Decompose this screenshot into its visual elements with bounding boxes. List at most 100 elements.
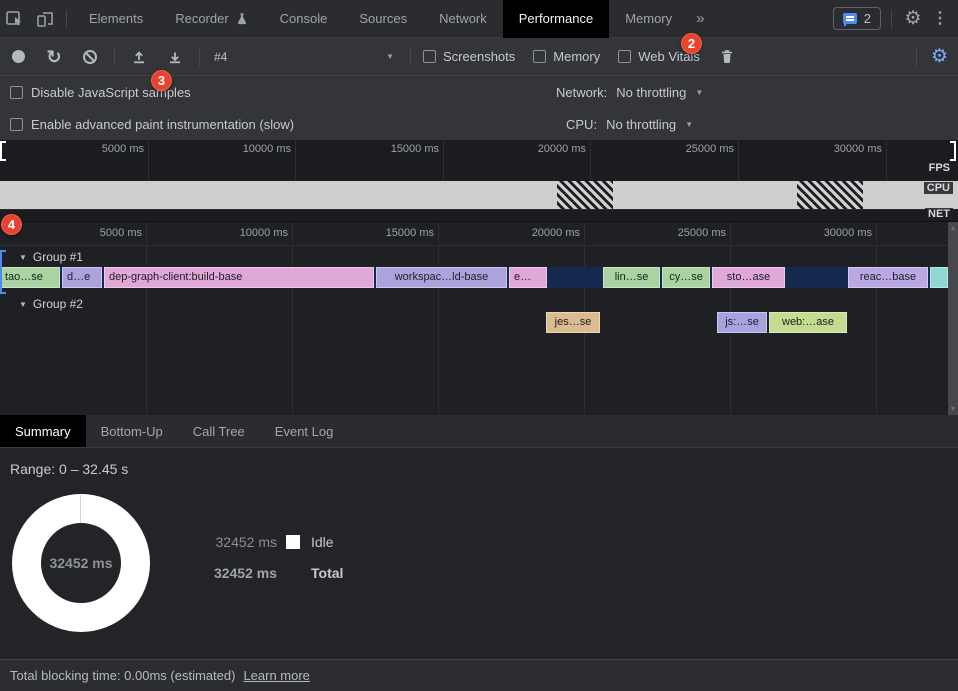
ruler-tick-label: 5000 ms [68,143,144,155]
issues-button[interactable]: 2 [833,7,881,30]
summary-panel: Range: 0 – 32.45 s 32452 ms 32452 ms Idl… [0,448,958,659]
ruler-divider [0,245,948,246]
tab-label: Console [280,11,328,26]
trash-icon [720,49,734,64]
flame-bar[interactable]: web:…ase [769,312,847,333]
paint-instrumentation-checkbox[interactable] [10,118,23,131]
reload-and-record-button[interactable]: ↻ [36,43,72,71]
delete-recording-button[interactable] [720,49,734,64]
tab-label: Recorder [175,11,228,26]
tab-performance[interactable]: Performance [503,0,609,38]
divider [199,48,200,66]
flame-bar[interactable]: dep-graph-client:build-base [104,267,374,288]
idle-swatch [286,535,300,549]
ruler-tick-label: 25000 ms [650,227,726,239]
web-vitals-checkbox[interactable] [618,50,631,63]
inspect-element-button[interactable] [0,5,30,33]
tab-memory[interactable]: Memory [609,0,688,38]
timeline-overview[interactable]: 5000 ms 10000 ms 15000 ms 20000 ms 25000… [0,140,958,221]
reload-icon: ↻ [46,48,61,66]
record-button[interactable] [0,43,36,71]
devtools-settings-button[interactable]: ⚙ [898,5,928,33]
tab-sources[interactable]: Sources [343,0,423,38]
flame-bar[interactable]: cy…se [662,267,710,288]
tab-label: Summary [15,424,71,439]
flame-bar[interactable]: reac…base [848,267,928,288]
more-tabs-button[interactable]: » [688,0,712,38]
experiment-flask-icon [236,12,248,25]
step-badge-3[interactable]: 3 [151,70,172,91]
flame-bar[interactable]: js:…se [717,312,767,333]
range-text: Range: 0 – 32.45 s [10,461,128,477]
device-toolbar-button[interactable] [30,5,60,33]
donut-center-value: 32452 ms [12,494,150,632]
legend-value: 32452 ms [207,565,277,581]
settings-row-js-samples: Disable JavaScript samples Network: No t… [0,76,958,108]
step-badge-2[interactable]: 2 [681,33,702,54]
memory-checkbox-group[interactable]: Memory [533,49,600,64]
tab-recorder[interactable]: Recorder [159,0,263,38]
tab-call-tree[interactable]: Call Tree [178,415,260,447]
step-badge-4[interactable]: 4 [1,214,22,235]
net-activity-band [0,209,958,221]
group-1-track: tao…se d…e dep-graph-client:build-base w… [0,267,948,288]
cpu-activity-band[interactable] [0,181,958,209]
tab-summary[interactable]: Summary [0,415,86,447]
flame-bar[interactable]: lin…se [603,267,660,288]
capture-settings-gear-icon[interactable]: ⚙ [931,47,948,66]
tab-label: Event Log [275,424,334,439]
cpu-label: CPU: [566,117,597,132]
group-1-header[interactable]: ▼ Group #1 [19,250,83,264]
flame-bar[interactable]: e… [509,267,547,288]
divider [66,10,67,28]
load-profile-button[interactable] [121,43,157,71]
cpu-throttling-value: No throttling [606,117,676,132]
network-throttling-select[interactable]: No throttling ▼ [616,85,703,100]
flame-bar[interactable] [930,267,948,288]
cpu-throttling-group: CPU: No throttling ▼ [566,117,693,132]
tab-bottom-up[interactable]: Bottom-Up [86,415,178,447]
selection-bracket [0,250,6,294]
screenshots-checkbox-group[interactable]: Screenshots [423,49,515,64]
tab-network[interactable]: Network [423,0,503,38]
checkbox-label: Memory [553,49,600,64]
flame-bar[interactable]: d…e [62,267,102,288]
flame-bar[interactable]: workspac…ld-base [376,267,507,288]
memory-checkbox[interactable] [533,50,546,63]
cpu-hatch-region [797,181,863,209]
issues-bubble-icon [843,13,857,24]
tab-console[interactable]: Console [264,0,344,38]
overview-right-handle[interactable] [950,141,956,161]
legend-row-total: 32452 ms Total [207,563,343,583]
tab-event-log[interactable]: Event Log [260,415,349,447]
ruler-tick-label: 20000 ms [504,227,580,239]
learn-more-link[interactable]: Learn more [243,668,309,683]
divider [410,48,411,66]
network-throttling-group: Network: No throttling ▼ [556,85,703,100]
flame-bar[interactable]: sto…ase [712,267,785,288]
disable-js-samples-checkbox[interactable] [10,86,23,99]
cpu-throttling-select[interactable]: No throttling ▼ [606,117,693,132]
flame-bar[interactable]: tao…se [0,267,60,288]
screenshots-checkbox[interactable] [423,50,436,63]
flame-chart[interactable]: 5000 ms 10000 ms 15000 ms 20000 ms 25000… [0,221,958,415]
network-throttling-value: No throttling [616,85,686,100]
record-icon [12,50,25,63]
kebab-menu-icon[interactable]: ⋮ [932,11,948,27]
overview-left-handle[interactable] [0,141,6,161]
save-profile-button[interactable] [157,43,193,71]
checkbox-label: Screenshots [443,49,515,64]
download-icon [167,49,183,65]
scroll-up-icon[interactable]: ▲ [950,225,957,232]
clear-button[interactable] [72,43,108,71]
scroll-down-icon[interactable]: ▼ [950,406,957,413]
group-2-header[interactable]: ▼ Group #2 [19,297,83,311]
flame-bar[interactable]: jes…se [546,312,600,333]
fps-lane-label: FPS [926,162,953,174]
tab-label: Network [439,11,487,26]
total-blocking-time-text: Total blocking time: 0.00ms (estimated) [10,668,235,683]
tab-elements[interactable]: Elements [73,0,159,38]
recording-session-select[interactable]: #4 ▼ [206,44,404,70]
vertical-scrollbar[interactable]: ▲ ▼ [948,222,958,416]
overflow-chevrons-icon: » [696,11,704,26]
